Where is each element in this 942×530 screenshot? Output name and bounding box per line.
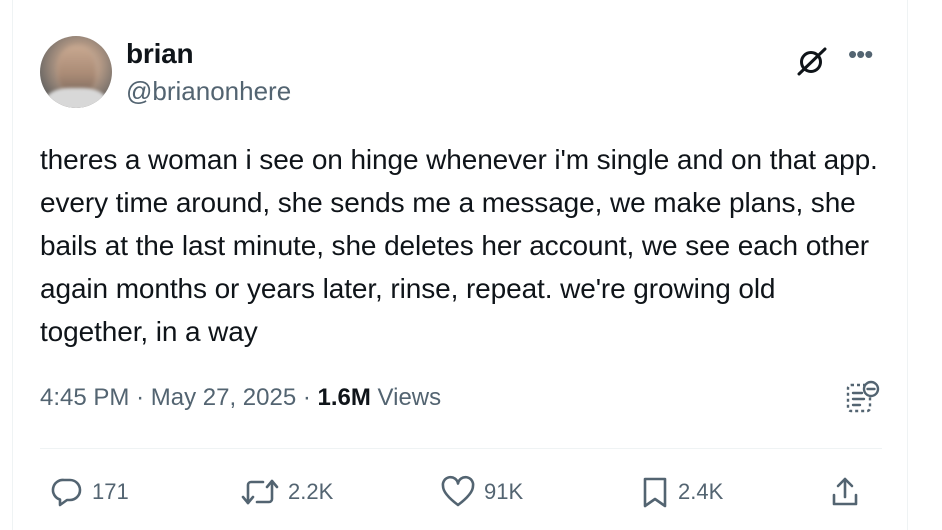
author-handle[interactable]: @brianonhere <box>126 76 291 107</box>
avatar[interactable] <box>40 36 112 108</box>
reply-icon <box>51 478 82 507</box>
analytics-icon[interactable] <box>844 379 880 415</box>
tweet-meta: 4:45 PM · May 27, 2025 · 1.6M Views <box>40 384 441 412</box>
tweet-time[interactable]: 4:45 PM <box>40 384 129 411</box>
views-count: 1.6M <box>317 384 371 411</box>
divider <box>40 448 882 449</box>
meta-separator: · <box>136 384 145 411</box>
heart-icon <box>441 475 475 507</box>
grok-icon[interactable] <box>795 46 829 76</box>
like-button[interactable]: 91K <box>440 474 523 510</box>
author-display-name[interactable]: brian <box>126 38 194 70</box>
tweet-text: theres a woman i see on hinge whenever i… <box>40 144 878 347</box>
reply-count: 171 <box>92 479 129 504</box>
meta-separator: · <box>302 384 311 411</box>
avatar-face <box>58 46 96 94</box>
avatar-shirt <box>46 88 106 108</box>
reply-button[interactable]: 171 <box>50 474 129 510</box>
repost-button[interactable]: 2.2K <box>240 474 333 510</box>
bookmark-icon <box>643 477 667 508</box>
bookmark-button[interactable]: 2.4K <box>640 474 723 510</box>
share-icon <box>832 477 858 506</box>
like-count: 91K <box>484 479 524 504</box>
repost-icon <box>241 479 279 505</box>
bookmark-count: 2.4K <box>678 479 724 504</box>
share-button[interactable] <box>830 474 860 510</box>
more-icon[interactable]: ••• <box>848 41 878 68</box>
tweet-date[interactable]: May 27, 2025 <box>151 384 296 411</box>
views-label: Views <box>377 384 442 411</box>
repost-count: 2.2K <box>288 479 334 504</box>
